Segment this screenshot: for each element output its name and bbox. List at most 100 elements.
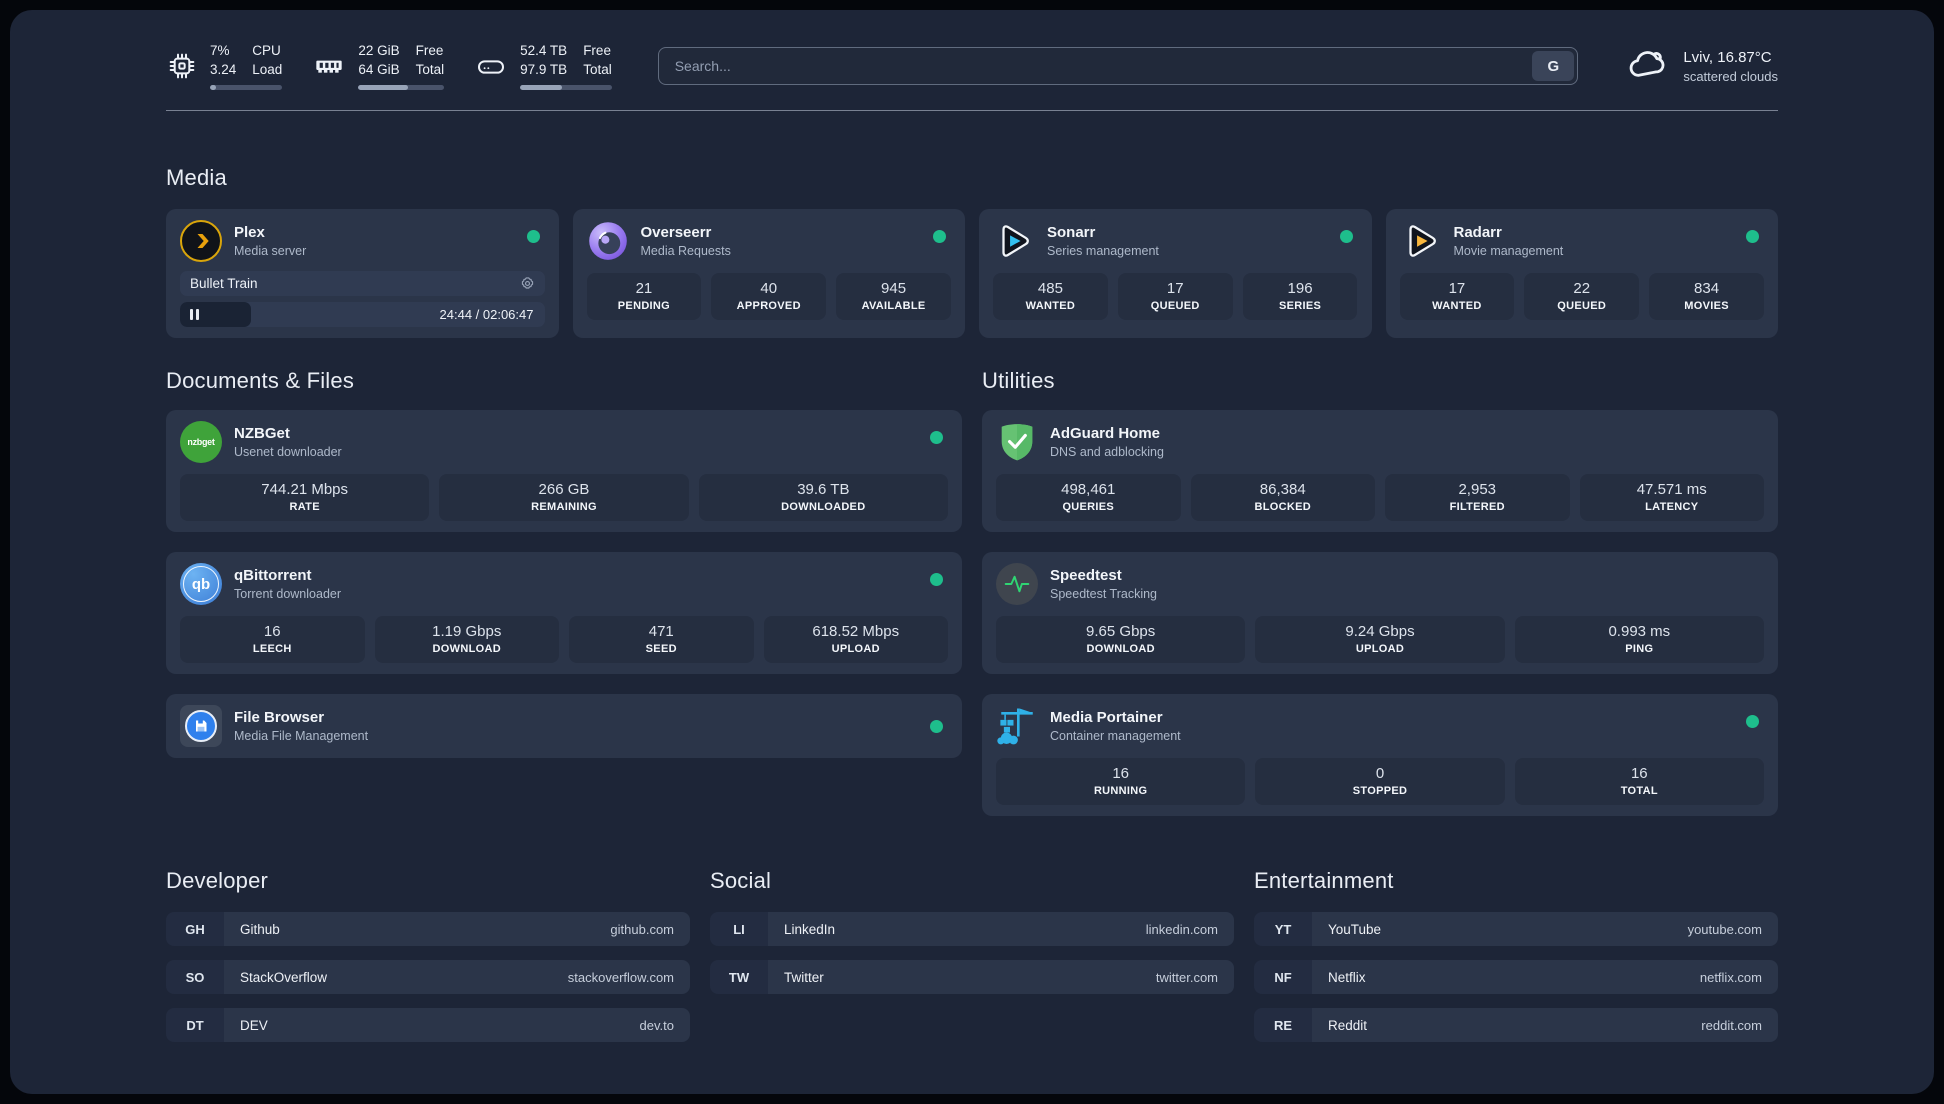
link-tag: DT	[166, 1008, 224, 1042]
portainer-stats: 16 RUNNING 0 STOPPED 16 TOTAL	[996, 758, 1764, 805]
stat-value: 1.19 Gbps	[432, 623, 502, 640]
plex-icon	[180, 220, 222, 262]
link-row-github[interactable]: GH Github github.com	[166, 912, 690, 946]
cpu-stat: 7% 3.24 CPU Load	[166, 42, 283, 90]
status-dot	[930, 431, 943, 444]
app-card-adguard[interactable]: AdGuard Home DNS and adblocking 498,461 …	[982, 410, 1778, 532]
stat-box: 40 APPROVED	[711, 273, 827, 320]
disk-stat: 52.4 TB 97.9 TB Free Total	[474, 42, 612, 90]
app-card-portainer[interactable]: Media Portainer Container management 16 …	[982, 694, 1778, 816]
system-stats: 7% 3.24 CPU Load 22 GiB 64 GiB Free Tota…	[166, 42, 612, 90]
section-title-social: Social	[710, 868, 772, 893]
search-bar: G	[657, 47, 1579, 85]
search-engine-button[interactable]: G	[1532, 51, 1575, 81]
app-card-nzbget[interactable]: nzbget NZBGet Usenet downloader 744.21 M…	[166, 410, 962, 532]
stat-box: 0 STOPPED	[1255, 758, 1505, 805]
dashboard-window: 7% 3.24 CPU Load 22 GiB 64 GiB Free Tota…	[10, 10, 1934, 1094]
app-card-overseerr[interactable]: Overseerr Media Requests 21 PENDING 40 A…	[572, 209, 965, 338]
app-name: File Browser	[234, 709, 325, 726]
stat-label: RATE	[289, 501, 320, 513]
playback-elapsed	[180, 302, 252, 327]
playback-progress-bar[interactable]: 24:44 / 02:06:47	[180, 302, 545, 327]
qbittorrent-stats: 16 LEECH 1.19 Gbps DOWNLOAD 471 SEED 618…	[180, 616, 948, 663]
plex-now-playing: Bullet Train 24:44 / 02:06:47	[180, 271, 545, 327]
link-row-reddit[interactable]: RE Reddit reddit.com	[1254, 1008, 1778, 1042]
stat-box: 196 SERIES	[1242, 273, 1358, 320]
stat-value: 196	[1287, 280, 1313, 297]
link-row-linkedin[interactable]: LI LinkedIn linkedin.com	[710, 912, 1234, 946]
app-name: Media Portainer	[1050, 709, 1163, 726]
app-card-qbittorrent[interactable]: qb qBittorrent Torrent downloader 16 LEE…	[166, 552, 962, 674]
status-dot	[526, 230, 540, 243]
app-card-sonarr[interactable]: Sonarr Series management 485 WANTED 17 Q…	[979, 209, 1372, 338]
ram-labels: Free Total	[415, 43, 445, 77]
stat-label: UPLOAD	[831, 643, 880, 655]
app-name: qBittorrent	[234, 567, 312, 584]
link-tag: YT	[1254, 912, 1312, 946]
utilities-column: Utilities AdGuard Home DNS and adblockin…	[982, 368, 1778, 816]
stat-value: 9.24 Gbps	[1345, 623, 1415, 640]
app-description: Media File Management	[234, 729, 369, 743]
weather-condition: scattered clouds	[1683, 68, 1778, 84]
stat-label: TOTAL	[1620, 785, 1658, 797]
cpu-load: 3.24	[210, 62, 237, 77]
stat-value: 471	[648, 623, 674, 640]
link-url: reddit.com	[1701, 1017, 1762, 1033]
stat-label: DOWNLOADED	[781, 501, 866, 513]
topbar: 7% 3.24 CPU Load 22 GiB 64 GiB Free Tota…	[166, 40, 1778, 92]
app-description: Series management	[1047, 244, 1159, 258]
stat-box: 17 QUEUED	[1117, 273, 1233, 320]
disk-labels: Free Total	[583, 43, 612, 77]
link-row-youtube[interactable]: YT YouTube youtube.com	[1254, 912, 1778, 946]
status-dot	[933, 230, 946, 243]
app-card-speedtest[interactable]: Speedtest Speedtest Tracking 9.65 Gbps D…	[982, 552, 1778, 674]
documents-column: Documents & Files nzbget NZBGet Usenet d…	[166, 368, 962, 816]
link-url: netflix.com	[1699, 969, 1762, 985]
link-row-stackoverflow[interactable]: SO StackOverflow stackoverflow.com	[166, 960, 690, 994]
app-card-filebrowser[interactable]: File Browser Media File Management	[166, 694, 962, 758]
pause-icon[interactable]	[190, 309, 199, 320]
stat-label: DOWNLOAD	[1086, 643, 1155, 655]
stat-value: 9.65 Gbps	[1086, 623, 1156, 640]
radarr-stats: 17 WANTED 22 QUEUED 834 MOVIES	[1399, 273, 1765, 320]
stat-label: FILTERED	[1449, 501, 1505, 513]
app-description: Usenet downloader	[234, 445, 342, 459]
stat-label: PENDING	[617, 300, 671, 312]
stat-box: 266 GB REMAINING	[439, 474, 689, 521]
weather-text: Lviv, 16.87°C scattered clouds	[1683, 49, 1778, 84]
adguard-header: AdGuard Home DNS and adblocking	[996, 421, 1764, 463]
link-row-twitter[interactable]: TW Twitter twitter.com	[710, 960, 1234, 994]
app-description: Movie management	[1453, 244, 1564, 258]
stat-box: 485 WANTED	[993, 273, 1108, 320]
social-links-column: Social LI LinkedIn linkedin.com TW Twitt…	[710, 868, 1234, 1056]
link-row-dev[interactable]: DT DEV dev.to	[166, 1008, 690, 1042]
link-tag: LI	[710, 912, 768, 946]
link-row-netflix[interactable]: NF Netflix netflix.com	[1254, 960, 1778, 994]
developer-links-column: Developer GH Github github.com SO StackO…	[166, 868, 690, 1056]
stat-box: 2,953 FILTERED	[1385, 474, 1570, 521]
ram-values: 22 GiB 64 GiB	[358, 42, 399, 80]
section-title-developer: Developer	[166, 868, 269, 893]
link-url: dev.to	[639, 1017, 674, 1033]
stat-label: STOPPED	[1352, 785, 1408, 797]
app-card-radarr[interactable]: Radarr Movie management 17 WANTED 22 QUE…	[1385, 209, 1778, 338]
app-card-plex[interactable]: Plex Media server Bullet Train 24:44 / 0…	[166, 209, 559, 338]
stat-value: 485	[1037, 280, 1063, 297]
search-input[interactable]	[658, 58, 1578, 74]
stat-box: 47.571 ms LATENCY	[1579, 474, 1764, 521]
topbar-divider	[166, 110, 1778, 111]
sonarr-icon	[993, 220, 1035, 262]
stat-label: QUEUED	[1150, 300, 1200, 312]
adguard-icon	[996, 421, 1038, 463]
ram-progress-bar	[358, 84, 445, 90]
link-name: YouTube	[1328, 921, 1382, 937]
stat-label: LATENCY	[1645, 501, 1699, 513]
stat-value: 834	[1694, 280, 1720, 297]
link-tag: TW	[710, 960, 768, 994]
stat-label: MOVIES	[1684, 300, 1729, 312]
gear-icon[interactable]	[520, 276, 535, 291]
status-dot	[1746, 715, 1759, 728]
link-tag: GH	[166, 912, 224, 946]
disk-free: 52.4 TB	[520, 43, 568, 59]
weather-widget[interactable]: Lviv, 16.87°C scattered clouds	[1624, 43, 1778, 90]
